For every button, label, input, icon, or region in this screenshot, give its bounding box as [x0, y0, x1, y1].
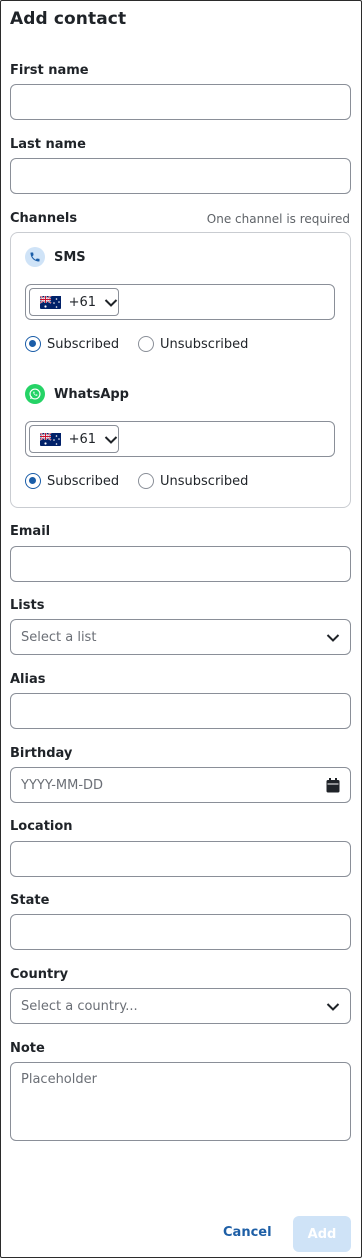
chevron-down-icon [326, 999, 340, 1013]
birthday-placeholder: YYYY-MM-DD [21, 777, 104, 793]
state-input[interactable] [11, 915, 350, 949]
whatsapp-subscribed-radio[interactable] [25, 473, 41, 489]
dialog-title: Add contact [10, 9, 127, 29]
email-field[interactable] [10, 546, 351, 582]
note-textarea[interactable]: Placeholder [10, 1062, 351, 1141]
sms-subscribed-radio[interactable] [25, 336, 41, 352]
whatsapp-unsubscribed-option[interactable]: Unsubscribed [138, 473, 248, 489]
lists-label: Lists [10, 598, 45, 613]
birthday-field[interactable]: YYYY-MM-DD [10, 767, 351, 803]
cancel-button[interactable]: Cancel [223, 1225, 272, 1240]
country-label: Country [10, 967, 69, 982]
sms-country-code-select[interactable]: +61 [29, 288, 119, 316]
lists-placeholder: Select a list [21, 629, 97, 645]
whatsapp-phone-field[interactable]: +61 [25, 421, 335, 457]
add-contact-dialog: Add contact First name Last name Channel… [0, 0, 362, 1258]
last-name-label: Last name [10, 137, 86, 152]
country-select[interactable]: Select a country... [10, 988, 351, 1024]
add-button[interactable]: Add [293, 1216, 351, 1252]
chevron-down-icon [326, 630, 340, 644]
location-field[interactable] [10, 841, 351, 877]
whatsapp-country-code: +61 [68, 431, 96, 447]
state-label: State [10, 893, 50, 908]
sms-phone-field[interactable]: +61 [25, 284, 335, 320]
channels-label: Channels [10, 211, 78, 226]
email-input[interactable] [11, 547, 350, 581]
sms-unsubscribed-radio[interactable] [138, 336, 154, 352]
whatsapp-icon [25, 384, 45, 404]
whatsapp-channel-label: WhatsApp [54, 387, 129, 402]
state-field[interactable] [10, 914, 351, 950]
australia-flag-icon [40, 295, 61, 309]
location-label: Location [10, 819, 73, 834]
sms-unsubscribed-option[interactable]: Unsubscribed [138, 336, 248, 352]
sms-unsubscribed-label: Unsubscribed [160, 336, 249, 352]
sms-subscribed-option[interactable]: Subscribed [25, 336, 119, 352]
whatsapp-country-code-select[interactable]: +61 [29, 425, 119, 453]
whatsapp-subscribed-label: Subscribed [47, 473, 120, 489]
calendar-icon[interactable] [326, 778, 340, 797]
sms-channel-label: SMS [54, 250, 86, 265]
alias-field[interactable] [10, 693, 351, 729]
note-placeholder: Placeholder [21, 1072, 97, 1087]
whatsapp-subscribed-option[interactable]: Subscribed [25, 473, 119, 489]
alias-label: Alias [10, 672, 46, 687]
alias-input[interactable] [11, 694, 350, 728]
chevron-down-icon [104, 293, 118, 312]
first-name-label: First name [10, 63, 89, 78]
last-name-field[interactable] [10, 158, 351, 194]
channels-group: SMS +61 Subscribed Unsubscribed WhatsApp… [10, 232, 351, 508]
australia-flag-icon [40, 432, 61, 446]
whatsapp-unsubscribed-label: Unsubscribed [160, 473, 249, 489]
lists-select[interactable]: Select a list [10, 619, 351, 655]
email-label: Email [10, 524, 51, 539]
note-label: Note [10, 1041, 45, 1056]
last-name-input[interactable] [11, 159, 350, 193]
first-name-field[interactable] [10, 84, 351, 120]
chevron-down-icon [104, 430, 118, 449]
first-name-input[interactable] [11, 85, 350, 119]
channels-required-hint: One channel is required [206, 212, 350, 226]
sms-country-code: +61 [68, 294, 96, 310]
whatsapp-unsubscribed-radio[interactable] [138, 473, 154, 489]
location-input[interactable] [11, 842, 350, 876]
phone-icon [25, 247, 45, 267]
birthday-label: Birthday [10, 746, 73, 761]
country-placeholder: Select a country... [21, 998, 138, 1014]
sms-subscribed-label: Subscribed [47, 336, 120, 352]
